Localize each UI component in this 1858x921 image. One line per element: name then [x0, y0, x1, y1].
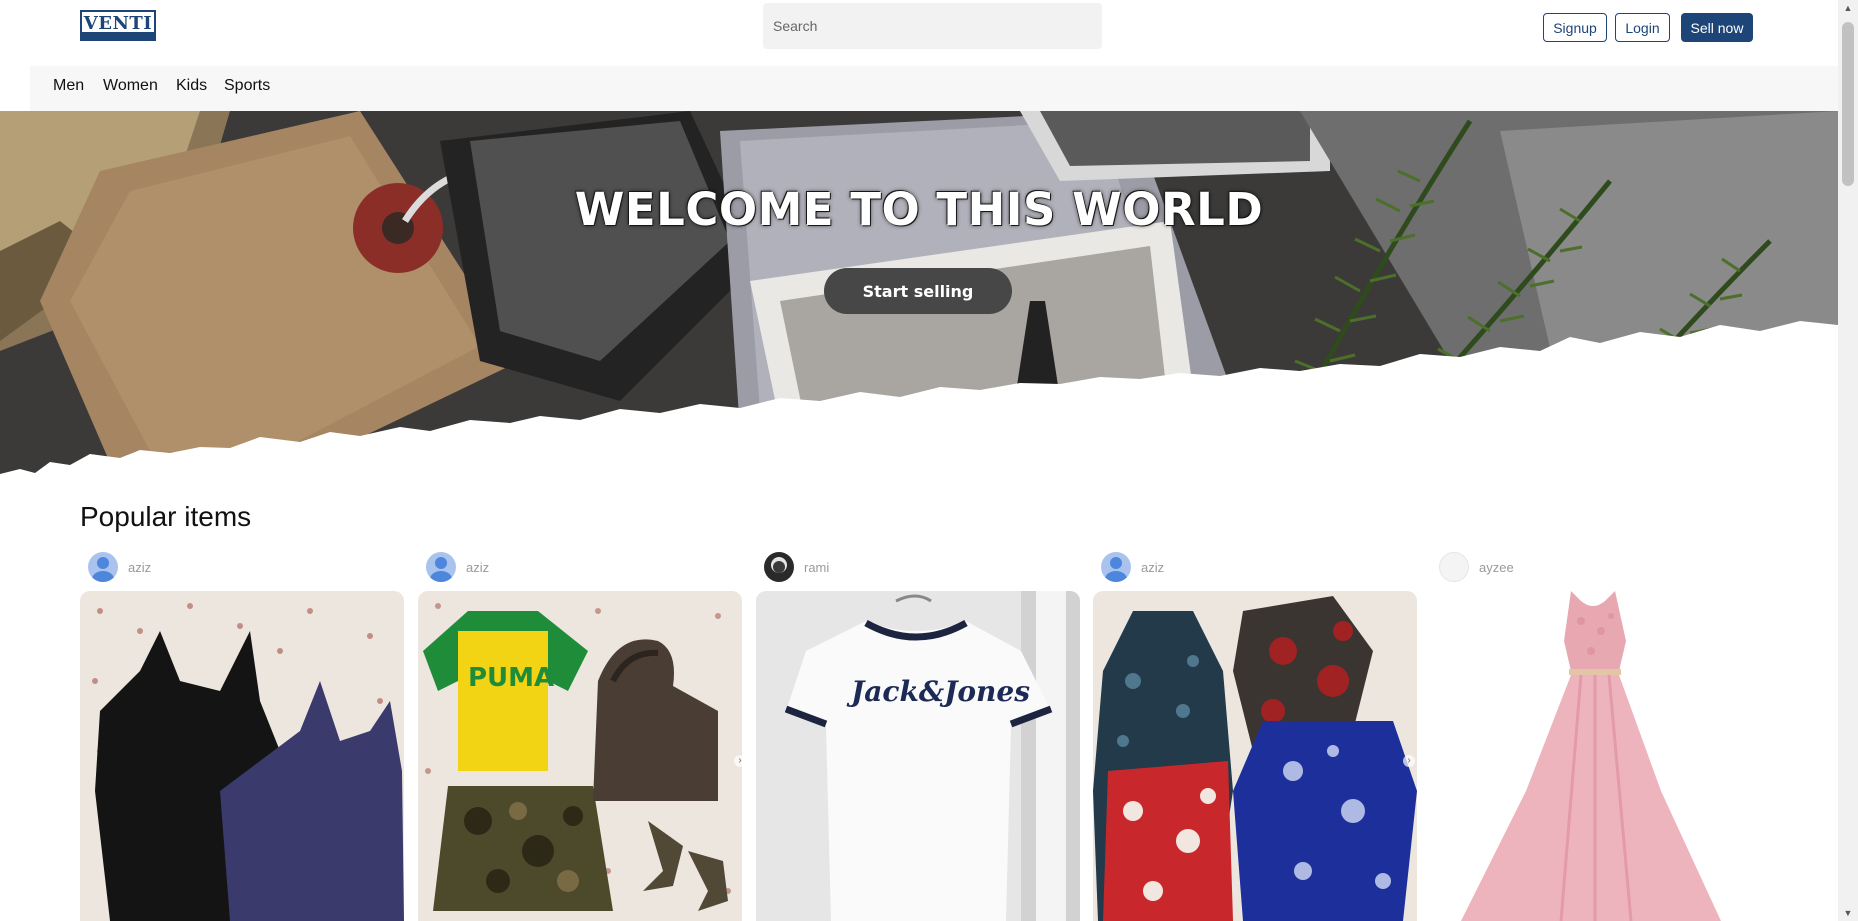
scroll-down-arrow-icon[interactable]: ▼: [1838, 905, 1858, 921]
product-image[interactable]: [1093, 591, 1417, 921]
product-card[interactable]: aziz ›: [1093, 550, 1417, 921]
chevron-right-icon[interactable]: ›: [1403, 755, 1415, 767]
seller-info[interactable]: aziz: [88, 552, 151, 582]
default-user-icon: [88, 552, 118, 582]
blank-avatar: [1439, 552, 1469, 582]
seller-name[interactable]: aziz: [1141, 560, 1164, 575]
venti-logo[interactable]: VENTI: [80, 10, 156, 41]
user-avatar-photo: [764, 552, 794, 582]
seller-name[interactable]: aziz: [128, 560, 151, 575]
logo-bar: [82, 32, 154, 39]
product-image[interactable]: [80, 591, 404, 921]
logo-text: VENTI: [83, 13, 153, 34]
search-input[interactable]: [763, 3, 1102, 49]
product-card[interactable]: aziz: [80, 550, 404, 921]
svg-text:Jack&Jones: Jack&Jones: [846, 675, 1030, 708]
login-button[interactable]: Login: [1615, 13, 1670, 42]
seller-info[interactable]: ayzee: [1439, 552, 1514, 582]
seller-info[interactable]: rami: [764, 552, 829, 582]
sell-now-button[interactable]: Sell now: [1681, 13, 1753, 42]
seller-info[interactable]: aziz: [426, 552, 489, 582]
nav-item-men[interactable]: Men: [53, 77, 84, 95]
hero-banner: WELCOME TO THIS WORLD Start selling: [0, 111, 1838, 486]
category-nav: Men Women Kids Sports: [0, 66, 1838, 111]
product-card[interactable]: aziz PUMA ›: [418, 550, 746, 921]
nav-item-sports[interactable]: Sports: [224, 77, 270, 95]
nav-item-women[interactable]: Women: [103, 77, 158, 95]
seller-info[interactable]: aziz: [1101, 552, 1164, 582]
product-image[interactable]: [1431, 591, 1755, 921]
chevron-right-icon[interactable]: ›: [734, 755, 746, 767]
seller-name[interactable]: ayzee: [1479, 560, 1514, 575]
start-selling-button[interactable]: Start selling: [824, 268, 1012, 314]
default-user-icon: [1101, 552, 1131, 582]
default-user-icon: [426, 552, 456, 582]
nav-item-kids[interactable]: Kids: [176, 77, 207, 95]
svg-text:PUMA: PUMA: [468, 663, 554, 693]
page-scrollbar[interactable]: ▲ ▼: [1838, 0, 1858, 921]
popular-items-heading: Popular items: [80, 501, 252, 532]
top-header: VENTI Signup Login Sell now: [0, 0, 1838, 66]
hero-title: WELCOME TO THIS WORLD: [574, 183, 1264, 236]
nav-left-edge: [0, 66, 30, 111]
signup-button[interactable]: Signup: [1543, 13, 1607, 42]
scroll-up-arrow-icon[interactable]: ▲: [1838, 0, 1858, 16]
scroll-thumb[interactable]: [1842, 22, 1854, 186]
seller-name[interactable]: rami: [804, 560, 829, 575]
product-card[interactable]: ayzee: [1431, 550, 1755, 921]
seller-name[interactable]: aziz: [466, 560, 489, 575]
product-card[interactable]: rami Jack&Jones: [756, 550, 1080, 921]
product-image[interactable]: PUMA: [418, 591, 742, 921]
product-image[interactable]: Jack&Jones: [756, 591, 1080, 921]
